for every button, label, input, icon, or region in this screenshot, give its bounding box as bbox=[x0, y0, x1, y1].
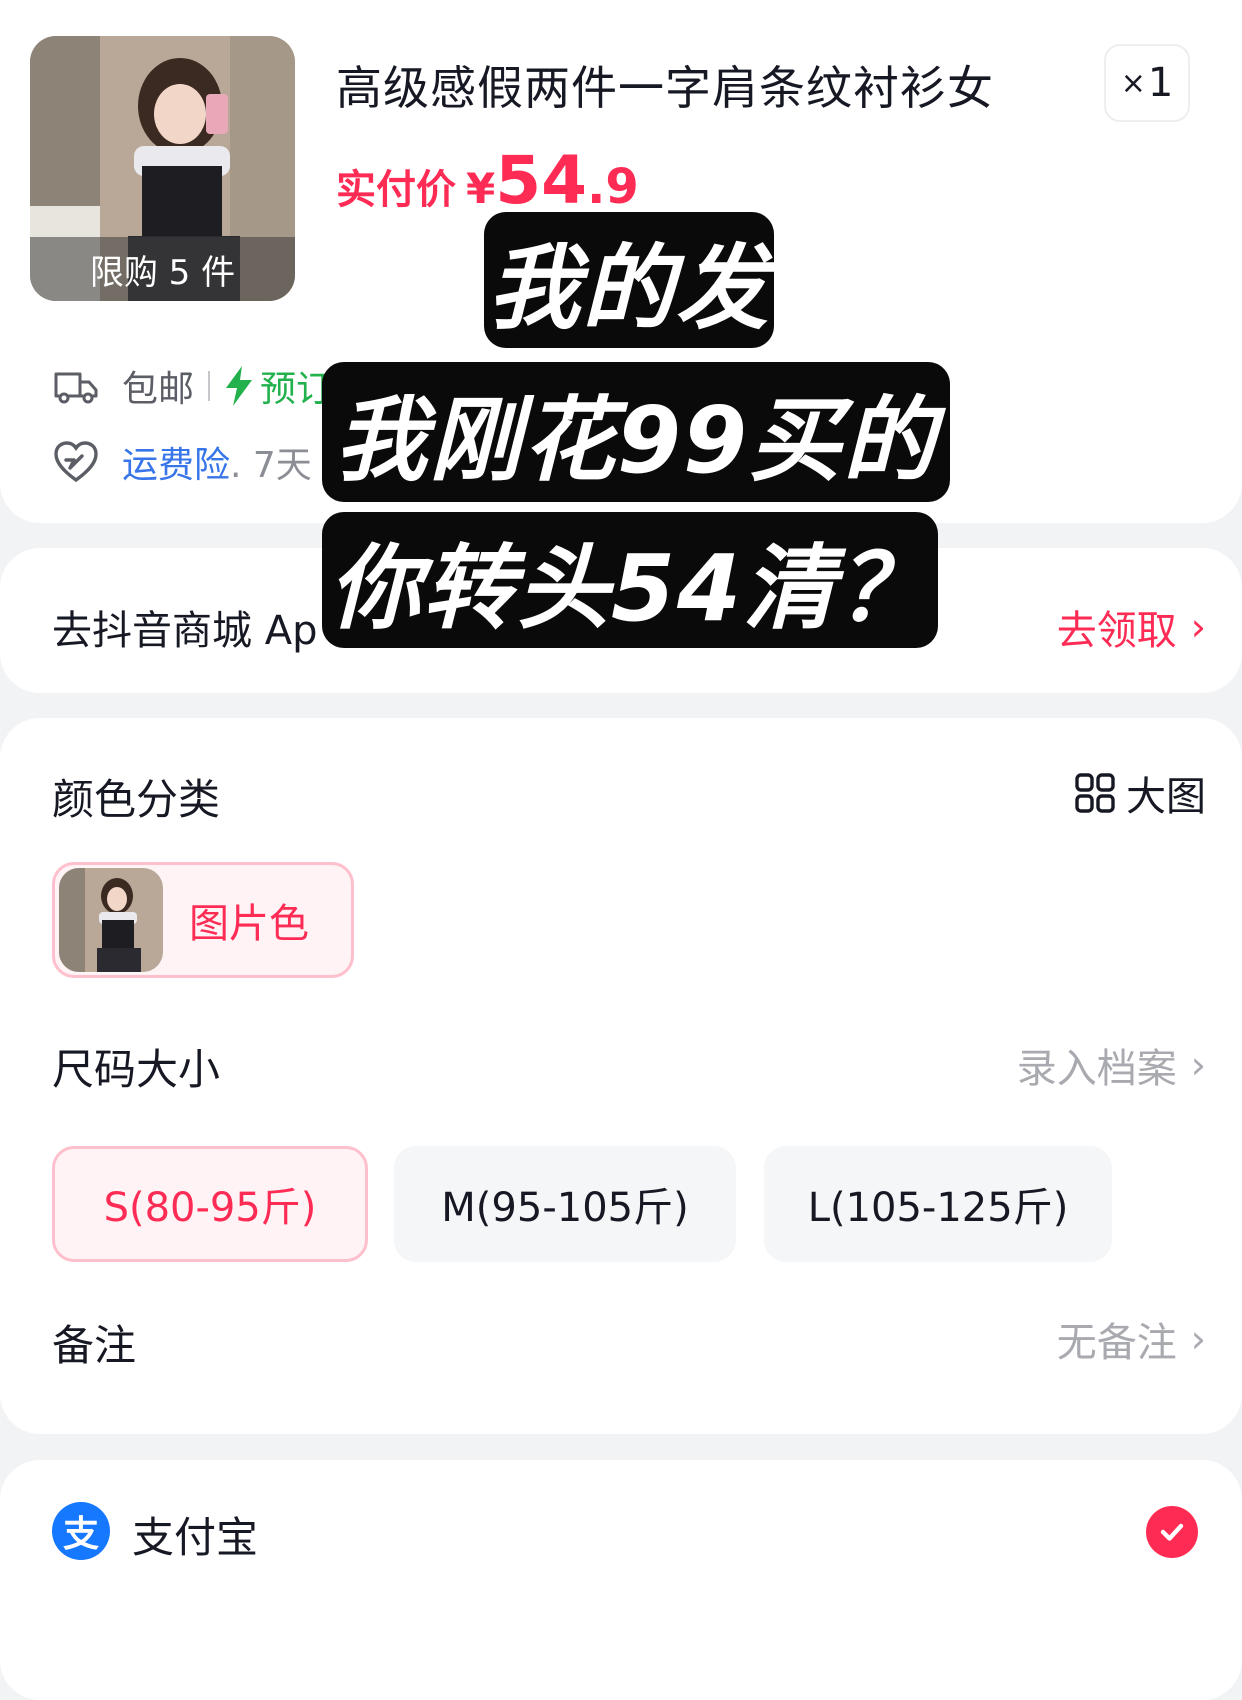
color-section-title: 颜色分类 bbox=[52, 775, 221, 824]
price-currency: ¥ bbox=[466, 164, 496, 213]
insurance-label: 运费险 bbox=[122, 445, 231, 486]
product-thumbnail[interactable]: 限购 5 件 bbox=[30, 36, 295, 301]
chevron-right-icon: › bbox=[1190, 1043, 1206, 1087]
spec-card: 颜色分类 大图 图片色 尺码大小 录入档案 › S(80-95斤) M(95-1… bbox=[0, 718, 1242, 1434]
quantity-stepper[interactable]: × 1 bbox=[1104, 44, 1190, 122]
size-section-title: 尺码大小 bbox=[52, 1045, 221, 1094]
chevron-right-icon: › bbox=[1190, 1317, 1206, 1361]
alipay-icon: 支 bbox=[52, 1502, 110, 1560]
coupon-text: 去抖音商城 Ap bbox=[52, 608, 318, 654]
big-image-label: 大图 bbox=[1126, 774, 1206, 820]
chevron-right-icon: › bbox=[1190, 605, 1206, 649]
quantity-prefix: × bbox=[1120, 65, 1146, 101]
grid-icon bbox=[1075, 773, 1115, 813]
size-profile-label: 录入档案 bbox=[1016, 1046, 1177, 1092]
heart-shield-icon bbox=[54, 441, 98, 483]
payment-method-label: 支付宝 bbox=[132, 1513, 259, 1562]
divider bbox=[208, 371, 211, 401]
size-profile-link[interactable]: 录入档案 › bbox=[1017, 1036, 1206, 1094]
product-title: 高级感假两件一字肩条纹衬衫女 bbox=[336, 61, 994, 115]
price-label: 实付价 bbox=[336, 167, 456, 213]
truck-icon bbox=[54, 372, 98, 404]
size-option-s[interactable]: S(80-95斤) bbox=[52, 1146, 368, 1262]
color-option[interactable]: 图片色 bbox=[52, 862, 354, 978]
big-image-toggle[interactable]: 大图 bbox=[1074, 764, 1206, 822]
color-option-label: 图片色 bbox=[189, 901, 309, 947]
purchase-limit-badge: 限购 5 件 bbox=[30, 237, 295, 301]
claim-label: 去领取 bbox=[1056, 608, 1177, 654]
claim-coupon-button[interactable]: 去领取 › bbox=[1057, 598, 1206, 656]
caption-line-1: 我的发 bbox=[484, 212, 774, 348]
shipping-row[interactable]: 包邮 预订 bbox=[52, 360, 332, 412]
shipping-label: 包邮 bbox=[122, 369, 195, 410]
note-section-title: 备注 bbox=[52, 1321, 137, 1370]
return-policy: . 7天 bbox=[230, 445, 312, 486]
size-option-l[interactable]: L(105-125斤) bbox=[764, 1146, 1112, 1262]
color-option-image bbox=[59, 868, 163, 972]
size-option-m[interactable]: M(95-105斤) bbox=[394, 1146, 736, 1262]
quantity-value: 1 bbox=[1147, 60, 1174, 106]
caption-line-3: 你转头54清？ bbox=[322, 512, 938, 648]
price-decimal: .9 bbox=[587, 159, 639, 215]
price-row: 实付价 ¥ 54 .9 bbox=[336, 142, 639, 219]
payment-card[interactable]: 支 支付宝 bbox=[0, 1460, 1242, 1700]
note-value: 无备注 bbox=[1056, 1320, 1177, 1366]
caption-line-2: 我刚花99买的 bbox=[322, 362, 950, 502]
lightning-icon bbox=[226, 366, 253, 406]
insurance-row[interactable]: 运费险 . 7天 bbox=[52, 436, 312, 488]
selected-check-icon[interactable] bbox=[1146, 1506, 1198, 1558]
note-link[interactable]: 无备注 › bbox=[1057, 1310, 1206, 1368]
price-integer: 54 bbox=[495, 142, 588, 219]
